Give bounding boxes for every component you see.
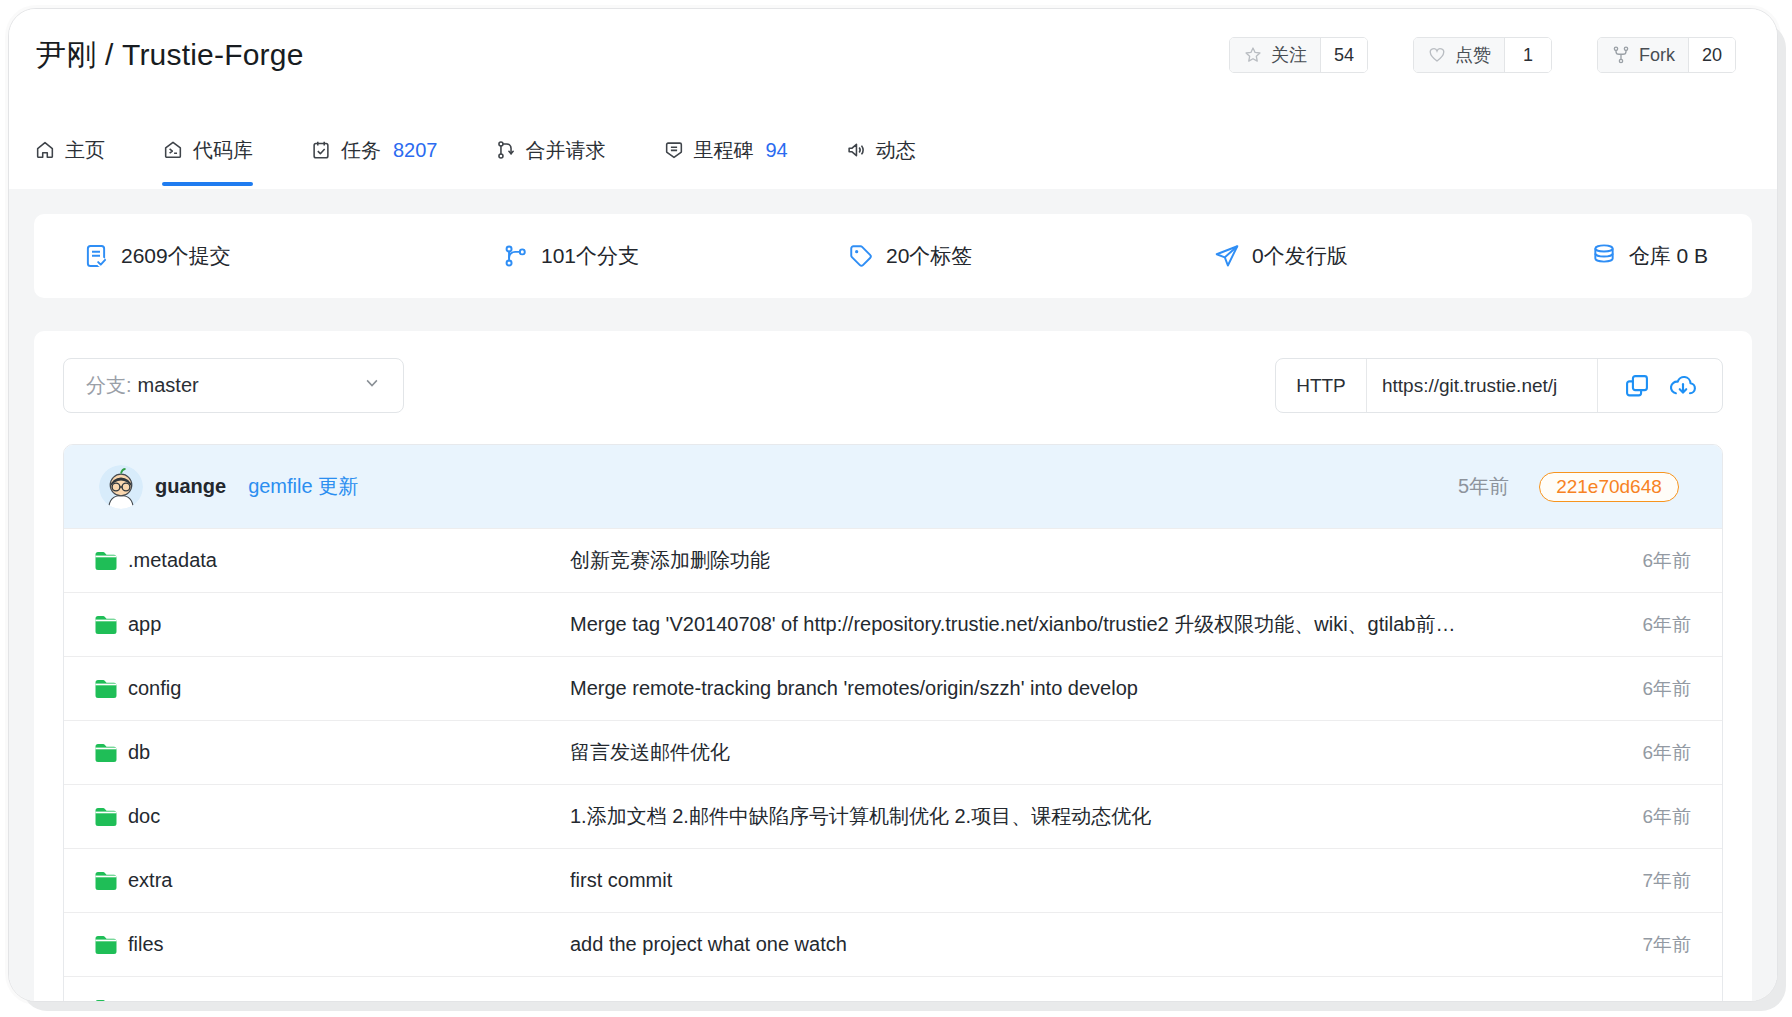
repo-stats-bar: 2609个提交 101个分支 20个标签 0个发行版 仓库 0 B — [34, 214, 1752, 298]
avatar[interactable] — [99, 465, 143, 509]
file-commit-time: 6年前 — [1591, 740, 1691, 766]
like-button[interactable]: 点赞 1 — [1413, 37, 1552, 73]
code-browser-card: 分支: master HTTP https://git.trustie.net/… — [34, 331, 1752, 1002]
file-row[interactable]: app Merge tag 'V20140708' of http://repo… — [64, 592, 1722, 656]
issues-count: 8207 — [393, 139, 438, 162]
file-commit-message[interactable]: Merge remote-tracking branch 'remotes/or… — [570, 677, 1591, 700]
branch-selector[interactable]: 分支: master — [63, 358, 404, 413]
fork-button[interactable]: Fork 20 — [1597, 37, 1736, 73]
folder-icon — [94, 614, 118, 636]
repo-actions: 关注 54 点赞 1 Fork 20 — [1229, 37, 1736, 73]
folder-icon — [94, 934, 118, 956]
clone-url-input[interactable]: https://git.trustie.net/j — [1367, 359, 1598, 412]
file-row[interactable]: doc 1.添加文档 2.邮件中缺陷序号计算机制优化 2.项目、课程动态优化 6… — [64, 784, 1722, 848]
page-title: 尹刚 / Trustie-Forge — [36, 35, 304, 76]
commit-hash-badge[interactable]: 221e70d648 — [1539, 472, 1679, 502]
home-icon — [34, 139, 56, 161]
file-row[interactable]: db 留言发送邮件优化 6年前 — [64, 720, 1722, 784]
file-row[interactable]: files add the project what one watch 7年前 — [64, 912, 1722, 976]
watch-button[interactable]: 关注 54 — [1229, 37, 1368, 73]
file-name[interactable]: .metadata — [128, 549, 217, 572]
like-count: 1 — [1505, 38, 1551, 72]
code-repo-icon — [162, 139, 184, 161]
folder-icon — [94, 870, 118, 892]
file-commit-time: 7年前 — [1591, 932, 1691, 958]
stat-releases[interactable]: 0个发行版 — [1214, 214, 1348, 298]
file-commit-message[interactable]: add the project what one watch — [570, 933, 1591, 956]
stat-commits[interactable]: 2609个提交 — [83, 214, 231, 298]
tab-milestones[interactable]: 里程碑 94 — [663, 111, 788, 189]
speaker-icon — [845, 139, 867, 161]
like-label: 点赞 — [1455, 43, 1491, 67]
tab-merge-requests[interactable]: 合并请求 — [495, 111, 606, 189]
repo-tabs: 主页 代码库 任务 8207 合并请求 里程碑 94 动态 — [9, 101, 1777, 189]
commit-icon — [83, 243, 109, 269]
file-commit-message[interactable]: 1.添加文档 2.邮件中缺陷序号计算机制优化 2.项目、课程动态优化 — [570, 803, 1591, 830]
file-name[interactable]: db — [128, 741, 150, 764]
branch-icon — [503, 243, 529, 269]
file-name[interactable]: extra — [128, 869, 172, 892]
clone-url-box: HTTP https://git.trustie.net/j — [1275, 358, 1723, 413]
folder-icon — [94, 806, 118, 828]
file-name[interactable]: files — [128, 933, 164, 956]
database-icon — [1591, 243, 1617, 269]
fork-icon — [1611, 45, 1631, 65]
tab-issues[interactable]: 任务 8207 — [310, 111, 438, 189]
app-window: 尹刚 / Trustie-Forge 关注 54 点赞 1 Fork 20 — [8, 8, 1778, 1002]
task-icon — [310, 139, 332, 161]
commit-time: 5年前 — [1458, 473, 1509, 500]
tab-code-repo[interactable]: 代码库 — [162, 111, 253, 189]
file-name[interactable]: doc — [128, 805, 160, 828]
stat-repo-size[interactable]: 仓库 0 B — [1591, 214, 1708, 298]
watch-label: 关注 — [1271, 43, 1307, 67]
cloud-download-icon[interactable] — [1668, 371, 1698, 401]
file-commit-time: 6年前 — [1591, 548, 1691, 574]
chevron-down-icon — [363, 374, 381, 397]
copy-icon[interactable] — [1623, 372, 1651, 400]
folder-icon — [94, 742, 118, 764]
folder-icon — [94, 550, 118, 572]
file-commit-message[interactable]: 留言发送邮件优化 — [570, 739, 1591, 766]
stat-branches[interactable]: 101个分支 — [503, 214, 639, 298]
file-row[interactable] — [64, 976, 1722, 1002]
file-row[interactable]: config Merge remote-tracking branch 'rem… — [64, 656, 1722, 720]
file-commit-message[interactable]: first commit — [570, 869, 1591, 892]
heart-icon — [1427, 45, 1447, 65]
file-name[interactable]: config — [128, 677, 181, 700]
stat-tags[interactable]: 20个标签 — [848, 214, 972, 298]
tab-activity[interactable]: 动态 — [845, 111, 916, 189]
file-commit-message[interactable]: 创新竞赛添加删除功能 — [570, 547, 1591, 574]
repo-content: 2609个提交 101个分支 20个标签 0个发行版 仓库 0 B — [9, 189, 1777, 1002]
milestones-count: 94 — [766, 139, 788, 162]
commit-author[interactable]: guange — [155, 475, 226, 498]
fork-label: Fork — [1639, 45, 1675, 66]
file-name[interactable]: app — [128, 613, 161, 636]
repo-header: 尹刚 / Trustie-Forge 关注 54 点赞 1 Fork 20 — [9, 9, 1777, 189]
release-icon — [1214, 243, 1240, 269]
fork-count: 20 — [1689, 38, 1735, 72]
watch-count: 54 — [1321, 38, 1367, 72]
merge-request-icon — [495, 139, 517, 161]
file-commit-time: 6年前 — [1591, 676, 1691, 702]
latest-commit-bar: guange gemfile 更新 5年前 221e70d648 — [64, 445, 1722, 528]
file-table: guange gemfile 更新 5年前 221e70d648 .metada… — [63, 444, 1723, 1002]
file-commit-time: 6年前 — [1591, 804, 1691, 830]
file-commit-time: 7年前 — [1591, 868, 1691, 894]
file-commit-time: 6年前 — [1591, 612, 1691, 638]
protocol-select[interactable]: HTTP — [1276, 359, 1367, 412]
file-row[interactable]: .metadata 创新竞赛添加删除功能 6年前 — [64, 528, 1722, 592]
milestone-icon — [663, 139, 685, 161]
file-commit-message[interactable]: Merge tag 'V20140708' of http://reposito… — [570, 611, 1591, 638]
star-icon — [1243, 45, 1263, 65]
file-row[interactable]: extra first commit 7年前 — [64, 848, 1722, 912]
tab-home[interactable]: 主页 — [34, 111, 105, 189]
folder-icon — [94, 678, 118, 700]
commit-message-link[interactable]: gemfile 更新 — [248, 473, 358, 500]
folder-icon — [94, 998, 118, 1003]
tag-icon — [848, 243, 874, 269]
